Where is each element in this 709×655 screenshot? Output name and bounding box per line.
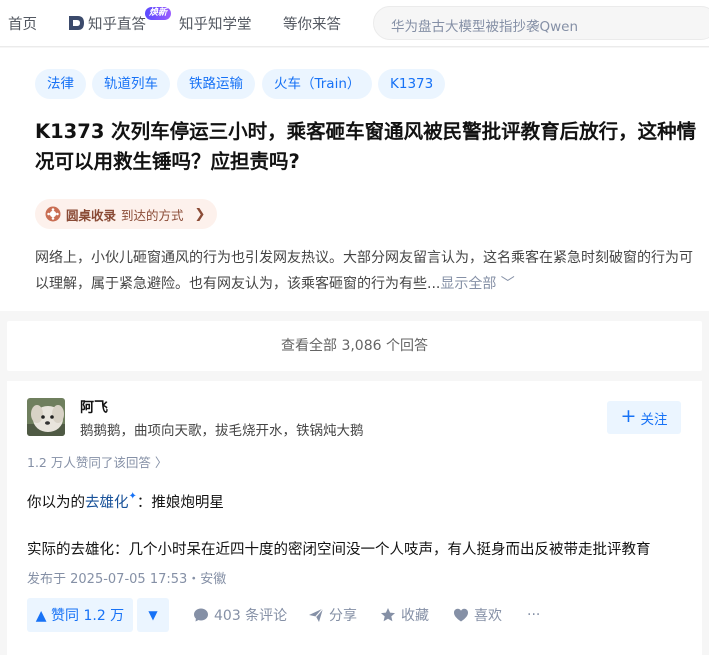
top-navbar: 首页 知乎直答 焕新 知乎知学堂 等你来答 华为盘古大模型被指抄袭Qwen	[0, 0, 709, 47]
follow-button[interactable]: + 关注	[607, 401, 681, 434]
view-all-answers-button[interactable]: 查看全部 3,086 个回答	[7, 321, 702, 371]
share-button[interactable]: 分享	[308, 598, 357, 632]
comments-label: 403 条评论	[214, 608, 288, 624]
topic-tag[interactable]: 法律	[35, 69, 86, 99]
collect-label: 收藏	[401, 608, 429, 624]
nav-waiting-answers[interactable]: 等你来答	[283, 13, 341, 34]
topic-tag[interactable]: 铁路运输	[177, 69, 255, 99]
answer-text: 你以为的	[27, 495, 85, 511]
chevron-right-icon: ❯	[194, 206, 206, 222]
author-bio: 鹅鹅鹅，曲项向天歌，拔毛烧开水，铁锅炖大鹅	[80, 423, 364, 439]
topic-tag[interactable]: K1373	[378, 69, 446, 99]
like-button[interactable]: 喜欢	[453, 598, 502, 632]
show-all-button[interactable]: 显示全部 ﹀	[440, 276, 514, 292]
star-icon	[381, 608, 395, 622]
comments-button[interactable]: 403 条评论	[193, 598, 287, 632]
collect-button[interactable]: 收藏	[380, 598, 429, 632]
comment-icon	[194, 608, 208, 622]
answer-line-2: 实际的去雄化：几个小时呆在近四十度的密闭空间没一个人吱声，有人挺身而出反被带走批…	[27, 542, 651, 558]
upvote-label: ▲ 赞同 1.2 万	[35, 608, 125, 624]
zhida-logo-icon	[69, 16, 84, 30]
roundtable-pill[interactable]: 圆桌收录 到达的方式 ❯	[35, 199, 218, 229]
share-icon	[309, 608, 324, 622]
upvote-button[interactable]: ▲ 赞同 1.2 万	[27, 598, 133, 632]
avatar[interactable]	[27, 398, 65, 436]
triangle-down-icon: ▼	[148, 608, 158, 622]
share-label: 分享	[329, 608, 357, 624]
publish-meta[interactable]: 发布于 2025-07-05 17:53・安徽	[27, 568, 226, 587]
chevron-right-icon: 〉	[154, 455, 168, 470]
search-input[interactable]: 华为盘古大模型被指抄袭Qwen	[391, 15, 578, 35]
sparkle-icon: ✦	[128, 491, 137, 502]
topic-tag[interactable]: 轨道列车	[92, 69, 170, 99]
upvote-summary[interactable]: 1.2 万人赞同了该回答 〉	[27, 452, 167, 471]
follow-label: 关注	[640, 411, 668, 428]
nav-zhida[interactable]: 知乎直答	[88, 13, 146, 34]
topic-tag[interactable]: 火车（Train）	[262, 69, 373, 99]
more-button[interactable]: ···	[527, 598, 540, 632]
like-label: 喜欢	[474, 608, 502, 624]
roundtable-name: 到达的方式	[121, 207, 184, 223]
heart-icon	[454, 608, 468, 622]
question-description: 网络上，小伙儿砸窗通风的行为也引发网友热议。大部分网友留言认为，这名乘客在紧急时…	[35, 245, 700, 297]
upvote-summary-text: 1.2 万人赞同了该回答	[27, 455, 151, 470]
question-title[interactable]: K1373 次列车停运三小时，乘客砸车窗通风被民警批评教育后放行，这种情况可以用…	[35, 117, 705, 177]
downvote-button[interactable]: ▼	[137, 598, 169, 632]
search-box[interactable]: 华为盘古大模型被指抄袭Qwen	[373, 6, 709, 40]
nav-zhixuetang[interactable]: 知乎知学堂	[179, 13, 252, 34]
dog-avatar-image	[27, 398, 65, 436]
roundtable-icon	[45, 206, 61, 222]
question-header: 法律 轨道列车 铁路运输 火车（Train） K1373 K1373 次列车停运…	[0, 48, 709, 311]
answer-text: ：推娘炮明星	[136, 495, 224, 511]
keyword-link[interactable]: 去雄化	[85, 495, 129, 511]
plus-icon: +	[620, 405, 637, 427]
new-badge: 焕新	[145, 7, 172, 20]
more-icon: ···	[527, 607, 541, 623]
roundtable-label: 圆桌收录	[66, 207, 117, 223]
answer-card: 阿飞 鹅鹅鹅，曲项向天歌，拔毛烧开水，铁锅炖大鹅 + 关注 1.2 万人赞同了该…	[7, 381, 702, 655]
question-description-text: 网络上，小伙儿砸窗通风的行为也引发网友热议。大部分网友留言认为，这名乘客在紧急时…	[35, 250, 693, 292]
author-name[interactable]: 阿飞	[80, 397, 108, 417]
nav-home[interactable]: 首页	[8, 13, 37, 34]
answer-line-1: 你以为的去雄化✦：推娘炮明星	[27, 491, 224, 512]
